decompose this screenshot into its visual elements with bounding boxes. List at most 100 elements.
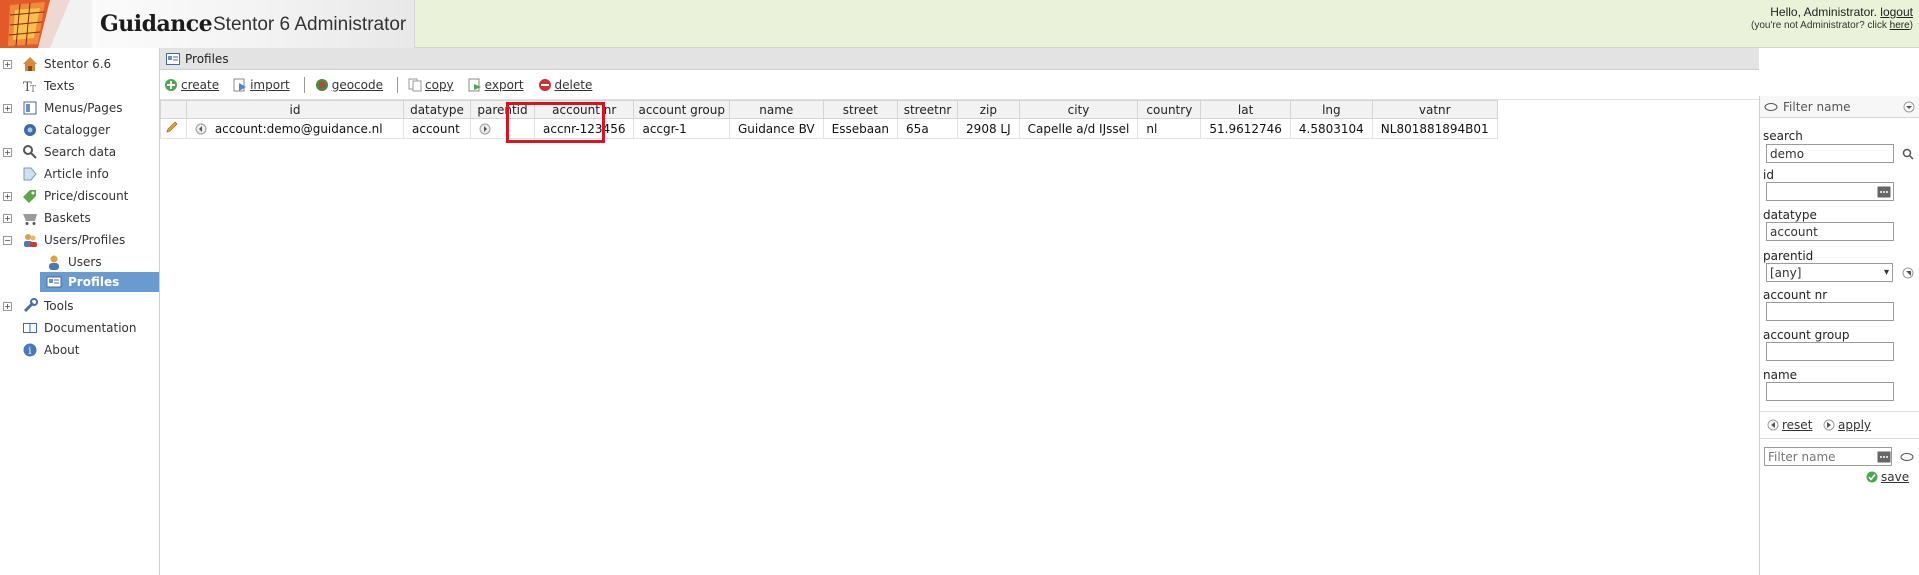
sidebar-item-article-info[interactable]: Article info (0, 164, 160, 184)
filter-select[interactable]: Filter name (1760, 96, 1919, 118)
users-icon (24, 234, 37, 247)
column-header-lng[interactable]: lng (1289, 100, 1373, 119)
parentid-select[interactable]: [any] ▾ (1766, 263, 1893, 282)
sidebar-item-catalogger[interactable]: Catalogger (0, 120, 160, 140)
logout-link[interactable]: logout (1880, 5, 1913, 19)
column-header-zip[interactable]: zip (957, 100, 1020, 119)
sidebar-item-menus-pages[interactable]: + Menus/Pages (0, 98, 160, 118)
toolbar-separator (303, 76, 305, 93)
more-options-icon[interactable] (1877, 451, 1891, 463)
row-actions-cell (160, 118, 187, 139)
column-header-account-group[interactable]: account group (633, 100, 730, 119)
column-header-lat[interactable]: lat (1200, 100, 1291, 119)
column-header-actions (160, 100, 187, 119)
switch-user-link[interactable]: here (1890, 20, 1910, 31)
sidebar-item-tools[interactable]: + Tools (0, 296, 160, 316)
expand-icon[interactable]: + (3, 104, 12, 113)
toolbar-separator (397, 76, 398, 93)
save-filter-name-input[interactable] (1764, 447, 1892, 466)
sidebar-item-users[interactable]: Users (0, 252, 160, 272)
name-input[interactable] (1766, 382, 1894, 401)
datatype-input[interactable] (1766, 222, 1894, 241)
sidebar-nav: + Stentor 6.6 TT Texts + Menus/Pages Cat… (0, 48, 160, 575)
not-user-text: (you're not Administrator? click (1751, 20, 1887, 31)
parent-link-icon[interactable] (479, 123, 491, 135)
cell-lat: 51.9612746 (1200, 118, 1291, 139)
column-header-id[interactable]: id (186, 100, 404, 119)
column-header-parentid[interactable]: parentid (470, 100, 535, 119)
account-nr-input[interactable] (1766, 302, 1894, 321)
column-header-streetnr[interactable]: streetnr (897, 100, 959, 119)
account-nr-label: account nr (1763, 288, 1828, 302)
parentid-label: parentid (1763, 249, 1814, 263)
app-header: Guidance Stentor 6 Administrator Hello, … (0, 0, 1919, 48)
geocode-button[interactable]: geocode (315, 78, 383, 92)
column-header-city[interactable]: city (1018, 100, 1139, 119)
reset-button[interactable]: reset (1767, 418, 1812, 432)
sidebar-item-about[interactable]: i About (0, 340, 160, 360)
chevron-down-icon: ▾ (1883, 267, 1889, 278)
create-button[interactable]: create (164, 78, 219, 92)
collapse-icon[interactable]: − (3, 236, 12, 245)
search-icon[interactable] (1902, 148, 1914, 160)
check-icon (1866, 471, 1878, 483)
column-header-country[interactable]: country (1137, 100, 1202, 119)
sidebar-item-baskets[interactable]: + Baskets (0, 208, 160, 228)
table-row[interactable]: account:demo@guidance.nl account accnr-1… (160, 118, 1498, 139)
chevron-down-icon[interactable] (1903, 101, 1915, 113)
guidance-logo-icon (0, 0, 92, 48)
sidebar-item-stentor[interactable]: + Stentor 6.6 (0, 54, 160, 74)
book-icon (23, 323, 37, 333)
copy-button[interactable]: copy (408, 78, 454, 92)
catalog-icon (24, 124, 36, 136)
info-icon: i (23, 343, 37, 357)
sidebar-item-search-data[interactable]: + Search data (0, 142, 160, 162)
column-header-vatnr[interactable]: vatnr (1371, 100, 1498, 119)
search-input[interactable] (1766, 144, 1894, 163)
profile-icon (166, 52, 180, 65)
delete-button[interactable]: delete (538, 78, 592, 92)
sidebar-item-documentation[interactable]: Documentation (0, 318, 160, 338)
expand-icon[interactable]: + (3, 60, 12, 69)
save-filter-button[interactable]: save (1866, 470, 1909, 484)
app-title: Stentor 6 Administrator (213, 14, 407, 35)
parentid-picker-icon[interactable] (1902, 267, 1914, 279)
cell-country: nl (1137, 118, 1202, 139)
account-group-input[interactable] (1766, 342, 1894, 361)
svg-text:i: i (28, 346, 31, 357)
sidebar-item-price-discount[interactable]: + Price/discount (0, 186, 160, 206)
cell-streetnr: 65a (897, 118, 959, 139)
delete-icon (538, 78, 551, 91)
search-icon (23, 145, 37, 159)
filter-divider (1760, 411, 1919, 412)
apply-button[interactable]: apply (1823, 418, 1871, 432)
sidebar-item-users-profiles[interactable]: − Users/Profiles (0, 230, 160, 250)
reset-icon (1767, 419, 1779, 431)
column-header-datatype[interactable]: datatype (403, 100, 471, 119)
expand-icon[interactable]: + (3, 214, 12, 223)
user-icon (49, 255, 59, 270)
edit-pencil-icon[interactable] (165, 120, 179, 134)
export-button[interactable]: export (468, 78, 524, 92)
filter-panel: Filter name search id datatype parentid … (1759, 96, 1919, 575)
import-button[interactable]: import (233, 78, 290, 92)
expand-icon[interactable]: + (3, 148, 12, 157)
panel-title: Profiles (185, 51, 229, 66)
column-header-street[interactable]: street (822, 100, 899, 119)
sidebar-item-texts[interactable]: TT Texts (0, 76, 160, 96)
filter-icon (1900, 453, 1914, 461)
brand-area: Guidance Stentor 6 Administrator (0, 0, 415, 48)
id-input[interactable] (1766, 182, 1894, 201)
cell-street: Essebaan (822, 118, 899, 139)
expand-icon[interactable]: + (3, 302, 12, 311)
more-options-icon[interactable] (1877, 186, 1891, 198)
expand-icon[interactable]: + (3, 192, 12, 201)
sidebar-item-profiles[interactable]: Profiles (40, 272, 159, 292)
id-label: id (1763, 168, 1774, 182)
search-label: search (1763, 129, 1803, 143)
expand-row-icon[interactable] (195, 123, 207, 135)
cell-datatype: account (403, 118, 471, 139)
home-icon (23, 57, 37, 71)
column-header-name[interactable]: name (728, 100, 824, 119)
column-header-account-nr[interactable]: account nr (533, 100, 635, 119)
